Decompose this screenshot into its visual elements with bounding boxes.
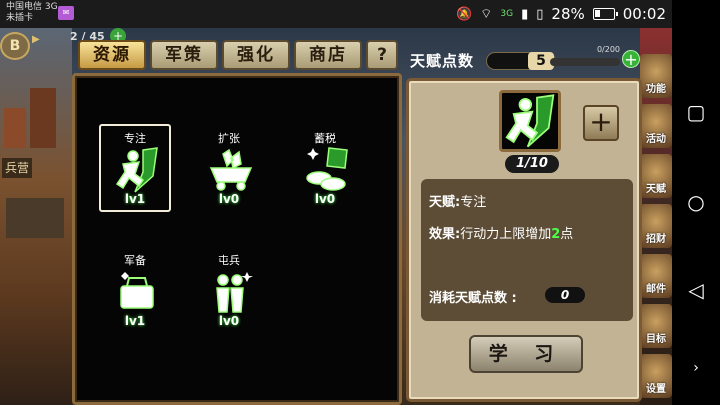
add-points-button[interactable]: + — [622, 50, 640, 68]
tab-military-strategy[interactable]: 军策 — [150, 40, 218, 70]
town-background — [0, 28, 72, 405]
coin-icon[interactable]: B — [0, 32, 30, 60]
talent-exp-bar — [550, 58, 620, 66]
battery-fill — [594, 10, 600, 17]
notification-icon: ✉ — [58, 6, 74, 20]
house-decoration — [30, 88, 56, 148]
talent-level: lv1 — [124, 192, 146, 206]
help-button[interactable]: ? — [366, 40, 398, 70]
talent-exp-text: 0/200 — [596, 45, 620, 54]
talent-name-value: 专注 — [460, 195, 487, 210]
clock: 00:02 — [622, 5, 666, 23]
armory-chest-icon — [120, 272, 154, 309]
talent-level: lv1 — [124, 314, 146, 328]
soldiers-icon — [216, 272, 253, 313]
battery-percent: 28% — [551, 5, 585, 23]
navigation-bar: ▢ ○ ◁ › — [672, 0, 720, 405]
game-screen: B ▶ 2 / 45 + 兵营 功能 活动 天赋 招财 邮件 目标 设置 资源 … — [0, 28, 672, 405]
talent-tax[interactable]: 蓄税 lv0 — [289, 130, 361, 218]
talent-label: 军备 — [124, 254, 146, 267]
talent-garrison[interactable]: 屯兵 lv0 — [193, 252, 265, 340]
mail-icon[interactable]: 邮件 — [640, 254, 672, 298]
talent-effect-row: 效果:行动力上限增加2点 — [429, 223, 573, 242]
status-bar: 中国电信 3G 未插卡 ✉ 🔕 ⌔ 3G ▮ ▯ 28% 00:02 — [0, 0, 672, 28]
home-icon[interactable]: ○ — [672, 190, 720, 214]
selected-talent-icon — [499, 90, 561, 152]
talent-effect-suffix: 点 — [560, 227, 574, 242]
cost-label: 消耗天赋点数 : — [429, 291, 517, 306]
talent-label: 专注 — [124, 132, 146, 145]
tab-shop[interactable]: 商店 — [294, 40, 362, 70]
talent-name-label: 天赋: — [429, 195, 461, 210]
fortune-icon[interactable]: 招财 — [640, 204, 672, 248]
learn-button[interactable]: 学 习 — [469, 335, 583, 373]
talent-points-label: 天赋点数 — [410, 52, 475, 70]
upgrade-plus-button[interactable]: + — [583, 105, 619, 141]
running-figure-icon — [115, 147, 158, 193]
carrier-name: 中国电信 3G — [6, 2, 58, 12]
crystal-cart-icon — [209, 148, 253, 191]
running-figure-icon — [505, 94, 555, 148]
carrier-info: 中国电信 3G 未插卡 — [6, 2, 58, 24]
talent-level-count: 1/10 — [505, 155, 559, 173]
barracks-label[interactable]: 兵营 — [2, 158, 32, 178]
chevron-right-icon[interactable]: › — [672, 360, 720, 376]
talent-description: 天赋:专注 效果:行动力上限增加2点 消耗天赋点数 : 0 — [421, 179, 633, 321]
battery-icon — [592, 8, 618, 20]
settings-icon[interactable]: 设置 — [640, 354, 672, 398]
goal-icon[interactable]: 目标 — [640, 304, 672, 348]
talent-level: lv0 — [218, 314, 240, 328]
right-menu: 功能 活动 天赋 招财 邮件 目标 设置 — [640, 54, 672, 404]
house-decoration — [4, 108, 26, 148]
back-icon[interactable]: ◁ — [672, 278, 720, 302]
talent-detail-panel: + 1/10 天赋:专注 效果:行动力上限增加2点 消耗天赋点数 : 0 学 习 — [406, 78, 642, 402]
network-type-icon: 3G — [500, 8, 514, 19]
talent-level: lv0 — [218, 192, 240, 206]
talent-focus[interactable]: 专注 lv1 — [99, 124, 171, 218]
tab-resources[interactable]: 资源 — [78, 40, 146, 70]
talent-tabs: 资源 军策 强化 商店 ? — [78, 40, 398, 70]
talent-expansion[interactable]: 扩张 lv0 — [193, 130, 265, 218]
activity-icon[interactable]: 活动 — [640, 104, 672, 148]
talent-armament[interactable]: 军备 lv1 — [99, 252, 171, 340]
talent-effect-text: 行动力上限增加 — [460, 227, 552, 242]
wifi-icon: ⌔ — [480, 7, 493, 22]
talent-menu-icon[interactable]: 天赋 — [640, 154, 672, 198]
talent-label: 扩张 — [218, 132, 240, 145]
talent-level: lv0 — [314, 192, 336, 206]
status-icons: 🔕 ⌔ 3G ▮ ▯ 28% 00:02 — [456, 0, 666, 28]
tab-enhance[interactable]: 强化 — [222, 40, 290, 70]
mute-icon: 🔕 — [455, 6, 473, 22]
talent-grid: 专注 lv1 扩张 lv0 蓄税 lv0 军备 lv1 屯兵 lv0 — [72, 73, 402, 405]
talent-label: 蓄税 — [314, 132, 336, 145]
talent-name-row: 天赋:专注 — [429, 191, 486, 210]
talent-points-bar: 天赋点数 5 0/200 + — [410, 45, 650, 72]
coin-stack-icon — [306, 147, 348, 191]
sim-icon: ▯ — [536, 6, 544, 22]
expand-arrow-icon[interactable]: ▶ — [32, 34, 44, 48]
talent-effect-value: 2 — [551, 227, 561, 242]
sim-status: 未插卡 — [6, 13, 34, 23]
cost-value: 0 — [545, 287, 585, 303]
ship-decoration — [6, 198, 64, 238]
recent-apps-icon[interactable]: ▢ — [672, 100, 720, 124]
signal-icon: ▮ — [521, 6, 529, 22]
talent-label: 屯兵 — [218, 254, 240, 267]
talent-effect-label: 效果: — [429, 227, 461, 242]
